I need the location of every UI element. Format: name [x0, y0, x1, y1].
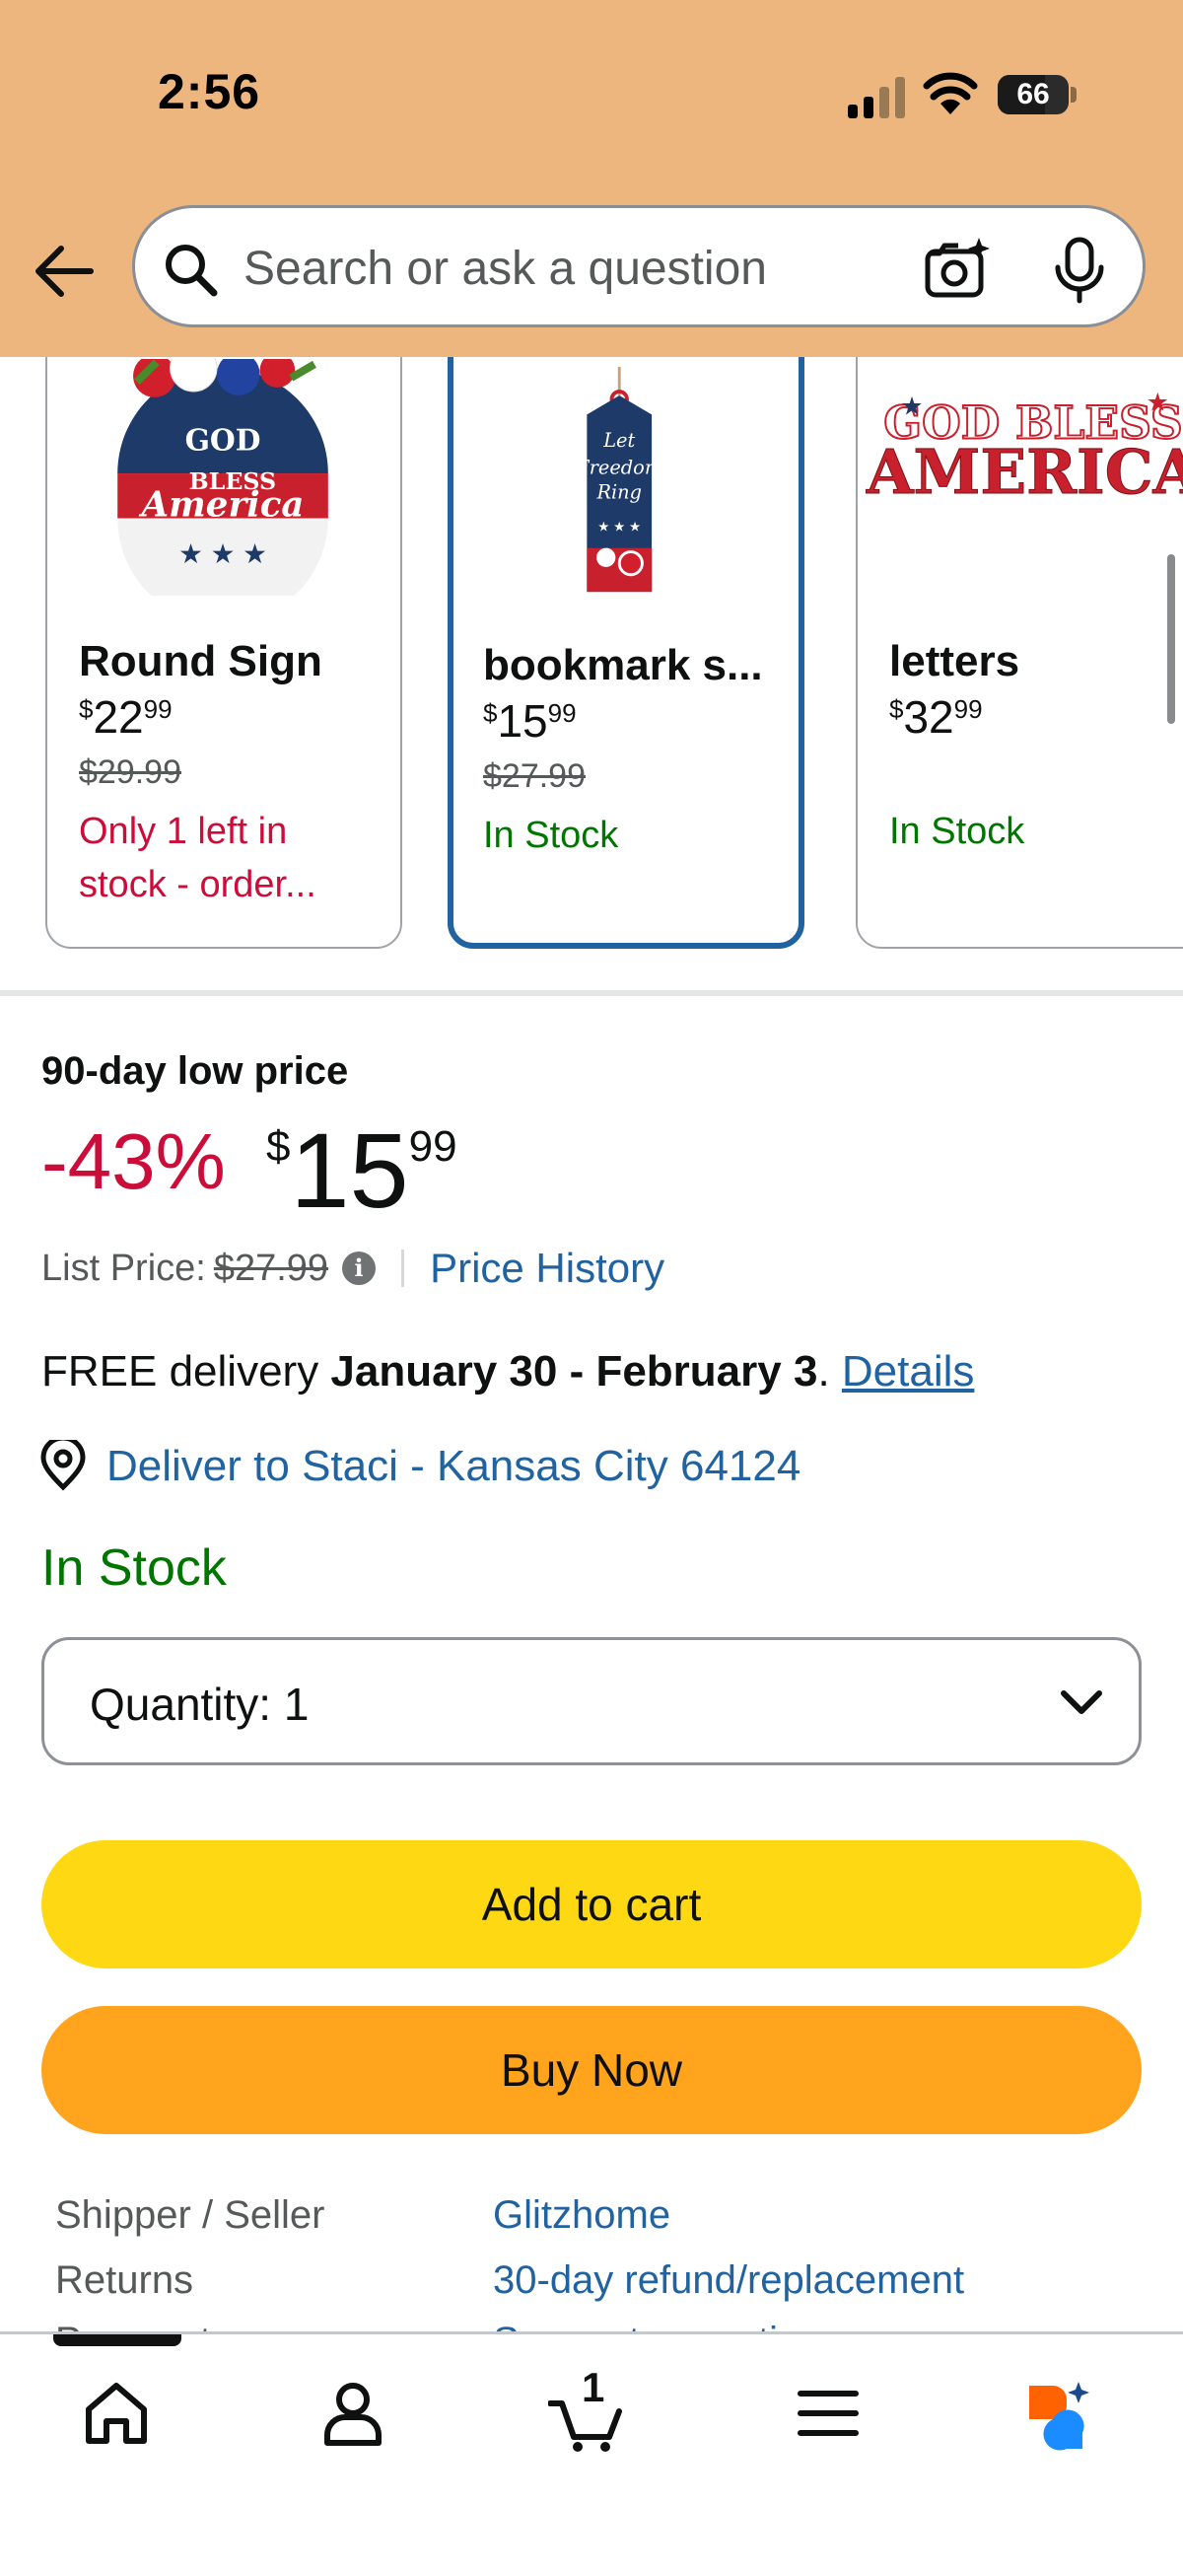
cart-count-badge: 1 [582, 2364, 605, 2410]
tag-text: Ring [595, 480, 642, 503]
variant-old-price: $27.99 [483, 757, 586, 795]
wifi-icon [923, 72, 978, 114]
discount-percent: -43% [41, 1117, 226, 1205]
variant-carousel[interactable]: GOD BLESS America ★ ★ ★ Round Sign $2299… [0, 357, 1183, 988]
chevron-down-icon [1061, 1690, 1102, 1714]
add-to-cart-button[interactable]: Add to cart [41, 1840, 1142, 1968]
account-icon[interactable] [313, 2374, 392, 2453]
tag-text: Freedom [575, 456, 662, 478]
quantity-select[interactable]: Quantity: 1 [41, 1637, 1142, 1765]
menu-icon[interactable] [789, 2374, 868, 2453]
variant-price: $2299 [79, 691, 173, 743]
deal-label: 90-day low price [41, 1049, 349, 1093]
variant-title: Round Sign [79, 637, 322, 685]
active-tab-indicator [53, 2334, 181, 2346]
delivery-dates: January 30 - February 3 [330, 1347, 818, 1395]
variant-stock: In Stock [889, 811, 1025, 852]
variant-title: letters [889, 637, 1020, 685]
status-time: 2:56 [158, 64, 261, 119]
sign-text: America [139, 485, 305, 526]
info-label: Returns [55, 2258, 194, 2302]
microphone-icon[interactable] [1052, 236, 1107, 305]
sign-text: GOD [185, 422, 261, 457]
info-label: Shipper / Seller [55, 2193, 325, 2237]
variant-stock: In Stock [483, 815, 619, 856]
divider [0, 990, 1183, 996]
svg-text:★: ★ [901, 394, 924, 421]
variant-price: $1599 [483, 695, 577, 747]
svg-text:★ ★ ★: ★ ★ ★ [178, 538, 267, 569]
variant-card[interactable]: GOD BLESS America ★ ★ ★ Round Sign $2299… [45, 357, 402, 949]
camera-search-icon[interactable] [922, 236, 991, 301]
letters-text: AMERICA [866, 437, 1183, 508]
product-image: GOD BLESS AMERICA ★ ★ [865, 390, 1183, 509]
buy-now-button[interactable]: Buy Now [41, 2006, 1142, 2134]
search-input[interactable]: Search or ask a question [244, 242, 767, 296]
bottom-nav: 1 [0, 2331, 1183, 2576]
battery-icon: 66 [998, 75, 1079, 114]
location-pin-icon [40, 1440, 86, 1491]
details-link[interactable]: Details [842, 1347, 975, 1395]
variant-price: $3299 [889, 691, 983, 743]
svg-text:★: ★ [1147, 390, 1169, 417]
scrollbar[interactable] [1167, 554, 1175, 724]
cellular-signal-icon [848, 77, 905, 118]
variant-title: bookmark s... [483, 641, 763, 689]
variant-old-price: $29.99 [79, 753, 181, 791]
product-image: GOD BLESS America ★ ★ ★ [113, 359, 332, 596]
list-price-label: List Price: [41, 1247, 206, 1289]
returns-link[interactable]: 30-day refund/replacement [493, 2258, 964, 2303]
header: 2:56 66 Search or ask a question [0, 0, 1183, 357]
deliver-to-link[interactable]: Deliver to Staci - Kansas City 64124 [106, 1442, 800, 1491]
back-arrow-icon[interactable] [30, 237, 99, 306]
variant-card[interactable]: GOD BLESS AMERICA ★ ★ letters $3299 In S… [856, 357, 1183, 949]
seller-link[interactable]: Glitzhome [493, 2193, 670, 2238]
search-bar[interactable]: Search or ask a question [132, 205, 1146, 327]
list-price: $27.99 [213, 1247, 329, 1289]
home-icon[interactable] [77, 2374, 156, 2453]
price-history-link[interactable]: Price History [430, 1245, 664, 1292]
variant-stock: Only 1 left in stock - order... [79, 811, 316, 905]
info-icon[interactable]: i [342, 1252, 377, 1285]
quantity-label: Quantity: 1 [90, 1679, 310, 1730]
rufus-assistant-icon[interactable] [1019, 2374, 1098, 2453]
variant-card-selected[interactable]: Let Freedom Ring ★ ★ ★ bookmark s... $15… [448, 357, 804, 949]
product-image: Let Freedom Ring ★ ★ ★ [575, 366, 662, 593]
delivery-info: FREE delivery January 30 - February 3. D… [41, 1347, 975, 1395]
price: $1599 [266, 1110, 457, 1230]
availability: In Stock [41, 1539, 227, 1597]
list-price-row: List Price: $27.99 i Price History [41, 1245, 664, 1292]
search-icon [166, 245, 218, 297]
battery-percent: 66 [1016, 78, 1050, 110]
separator [401, 1250, 405, 1287]
svg-text:★ ★ ★: ★ ★ ★ [597, 519, 641, 534]
tag-text: Let [602, 429, 635, 452]
